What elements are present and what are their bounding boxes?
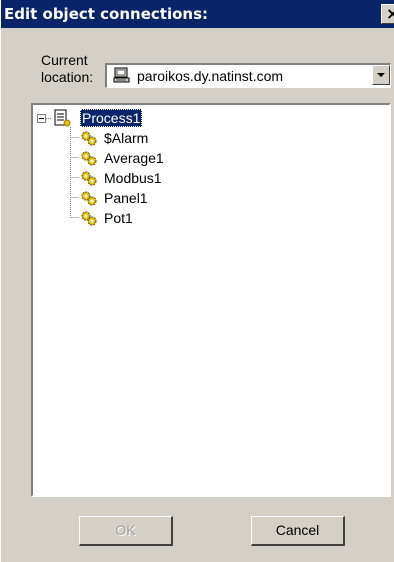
- tree-item[interactable]: Modbus1: [33, 169, 333, 187]
- edit-connections-dialog: Edit object connections: × Current locat…: [0, 0, 394, 562]
- tree-root-process1[interactable]: Process1: [80, 109, 143, 127]
- close-button[interactable]: ×: [381, 4, 394, 24]
- location-combobox[interactable]: paroikos.dy.natinst.com: [105, 63, 391, 88]
- tree-item-label: $Alarm: [104, 130, 149, 146]
- gears-icon: [81, 171, 97, 186]
- tree-item-label: Average1: [104, 150, 164, 166]
- tree-item-label: Panel1: [104, 190, 148, 206]
- cancel-button[interactable]: Cancel: [251, 516, 345, 546]
- tree-item[interactable]: Average1: [33, 149, 333, 167]
- collapse-toggle[interactable]: [37, 114, 46, 123]
- chevron-down-icon: [377, 73, 385, 77]
- title-bar[interactable]: Edit object connections: ×: [1, 0, 394, 28]
- location-value: paroikos.dy.natinst.com: [137, 68, 284, 84]
- gears-icon: [81, 131, 97, 146]
- tree-item-label: Pot1: [104, 210, 133, 226]
- gears-icon: [81, 191, 97, 206]
- gears-icon: [81, 151, 97, 166]
- tree-item[interactable]: Pot1: [33, 209, 333, 227]
- computer-icon: [113, 67, 130, 83]
- gears-icon: [81, 211, 97, 226]
- dialog-title: Edit object connections:: [4, 5, 209, 23]
- ok-button[interactable]: OK: [79, 516, 173, 546]
- tree-item[interactable]: Panel1: [33, 189, 333, 207]
- tree-item-label: Modbus1: [104, 170, 162, 186]
- close-icon: ×: [386, 4, 394, 23]
- location-label-line2: location:: [41, 69, 94, 85]
- process-document-icon: [54, 109, 71, 127]
- tree-item[interactable]: $Alarm: [33, 129, 333, 147]
- location-label-line1: Current: [41, 52, 88, 68]
- object-tree[interactable]: Process1 $Alarm Average1 Modbus1 Panel1 …: [31, 103, 391, 497]
- location-dropdown-button[interactable]: [372, 65, 390, 85]
